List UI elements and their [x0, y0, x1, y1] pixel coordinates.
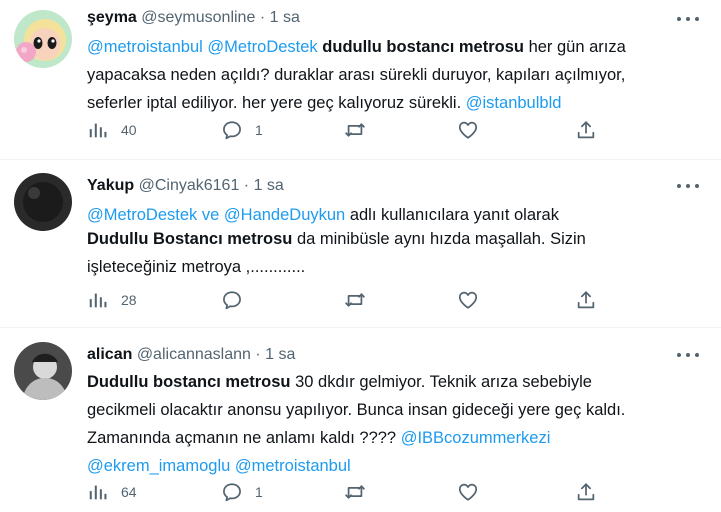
share-icon: [575, 481, 597, 503]
views-count: 64: [121, 484, 137, 500]
avatar-image: [14, 342, 72, 400]
user-handle[interactable]: @Cinyak6161: [139, 177, 240, 194]
mention-link[interactable]: @IBBcozummerkezi: [401, 429, 551, 447]
reply-icon: [221, 481, 243, 503]
share-icon: [575, 289, 597, 311]
retweet-button[interactable]: [344, 481, 366, 503]
tweet-text: Dudullu Bostancı metrosu da minibüsle ay…: [87, 225, 687, 281]
more-icon[interactable]: [677, 177, 699, 195]
retweet-icon: [344, 481, 366, 503]
avatar[interactable]: [14, 342, 72, 400]
action-bar: 28: [87, 289, 607, 313]
views-button[interactable]: 28: [87, 289, 137, 311]
reply-icon: [221, 119, 243, 141]
action-bar: 40 1: [87, 119, 607, 143]
reply-button[interactable]: 1: [221, 119, 263, 141]
views-count: 40: [121, 122, 137, 138]
tweet-3[interactable]: alican @alicannaslann · 1 sa Dudullu bos…: [0, 328, 721, 512]
like-icon: [457, 481, 479, 503]
mention-link[interactable]: @metroistanbul: [87, 38, 203, 56]
tweet-text-line: gecikmeli olacaktır anonsu yapılıyor. Bu…: [87, 401, 626, 419]
more-icon[interactable]: [677, 346, 699, 364]
tweet-text-line: @metroistanbul @MetroDestek dudullu bost…: [87, 33, 687, 61]
reply-button[interactable]: [221, 289, 243, 311]
display-name[interactable]: şeyma: [87, 9, 137, 26]
mention-link[interactable]: @MetroDestek: [207, 38, 317, 56]
avatar-image: [14, 10, 72, 68]
retweet-icon: [344, 289, 366, 311]
like-icon: [457, 119, 479, 141]
mention-link[interactable]: @ekrem_imamoglu: [87, 457, 230, 475]
timestamp[interactable]: 1 sa: [270, 9, 300, 26]
text-segment: seferler iptal ediliyor. her yere geç ka…: [87, 94, 462, 112]
tweet-header: Yakup @Cinyak6161 · 1 sa: [87, 177, 284, 195]
separator-dot: ·: [243, 177, 250, 194]
tweet-text-line: yapacaksa neden açıldı? duraklar arası s…: [87, 66, 626, 84]
text-segment: da minibüsle aynı hızda maşallah. Sizin: [296, 230, 586, 248]
more-icon[interactable]: [677, 10, 699, 28]
like-button[interactable]: [457, 481, 479, 503]
share-button[interactable]: [575, 119, 597, 141]
display-name[interactable]: alican: [87, 346, 132, 363]
tweet-text-line: Dudullu bostancı metrosu 30 dkdır gelmiy…: [87, 368, 687, 396]
mention-link[interactable]: @metroistanbul: [235, 457, 351, 475]
tweet-1[interactable]: şeyma @seymusonline · 1 sa @metroistanbu…: [0, 0, 721, 160]
share-button[interactable]: [575, 481, 597, 503]
retweet-icon: [344, 119, 366, 141]
avatar-image: [14, 173, 72, 231]
views-count: 28: [121, 292, 137, 308]
highlighted-text: Dudullu bostancı metrosu: [87, 373, 291, 391]
avatar[interactable]: [14, 173, 72, 231]
tweet-text-line: Dudullu Bostancı metrosu da minibüsle ay…: [87, 225, 687, 253]
share-button[interactable]: [575, 289, 597, 311]
mention-link[interactable]: @MetroDestek: [87, 206, 197, 224]
retweet-button[interactable]: [344, 289, 366, 311]
tweet-header: şeyma @seymusonline · 1 sa: [87, 9, 300, 27]
text-segment: 30 dkdır gelmiyor. Teknik arıza sebebiyl…: [295, 373, 592, 391]
views-icon: [87, 289, 109, 311]
views-button[interactable]: 64: [87, 481, 137, 503]
avatar[interactable]: [14, 10, 72, 68]
reply-button[interactable]: 1: [221, 481, 263, 503]
timestamp[interactable]: 1 sa: [265, 346, 295, 363]
like-icon: [457, 289, 479, 311]
views-icon: [87, 481, 109, 503]
reply-icon: [221, 289, 243, 311]
tweet-text-line: @ekrem_imamoglu @metroistanbul: [87, 452, 687, 480]
mention-link[interactable]: @HandeDuykun: [224, 206, 345, 224]
views-icon: [87, 119, 109, 141]
display-name[interactable]: Yakup: [87, 177, 134, 194]
tweet-text-line: işleteceğiniz metroya ,............: [87, 258, 306, 276]
text-segment: her gün arıza: [528, 38, 626, 56]
views-button[interactable]: 40: [87, 119, 137, 141]
tweet-text: @metroistanbul @MetroDestek dudullu bost…: [87, 33, 687, 117]
text-segment: Zamanında açmanın ne anlamı kaldı ????: [87, 429, 397, 447]
separator-dot: ·: [259, 9, 266, 26]
separator-dot: ·: [255, 346, 261, 363]
reply-and: ve: [201, 206, 220, 224]
reply-count: 1: [255, 484, 263, 500]
like-button[interactable]: [457, 289, 479, 311]
action-bar: 64 1: [87, 481, 607, 505]
retweet-button[interactable]: [344, 119, 366, 141]
tweet-text-line: seferler iptal ediliyor. her yere geç ka…: [87, 89, 687, 117]
highlighted-text: Dudullu Bostancı metrosu: [87, 230, 293, 248]
mention-link[interactable]: @istanbulbld: [466, 94, 562, 112]
timestamp[interactable]: 1 sa: [254, 177, 284, 194]
share-icon: [575, 119, 597, 141]
reply-label: adlı kullanıcılara yanıt olarak: [349, 206, 559, 224]
user-handle[interactable]: @alicannaslann: [137, 346, 251, 363]
tweet-2[interactable]: Yakup @Cinyak6161 · 1 sa @MetroDestek ve…: [0, 160, 721, 328]
tweet-text: Dudullu bostancı metrosu 30 dkdır gelmiy…: [87, 368, 687, 480]
highlighted-text: dudullu bostancı metrosu: [322, 38, 524, 56]
like-button[interactable]: [457, 119, 479, 141]
user-handle[interactable]: @seymusonline: [141, 9, 255, 26]
reply-count: 1: [255, 122, 263, 138]
tweet-text-line: Zamanında açmanın ne anlamı kaldı ???? @…: [87, 424, 687, 452]
tweet-header: alican @alicannaslann · 1 sa: [87, 346, 295, 364]
